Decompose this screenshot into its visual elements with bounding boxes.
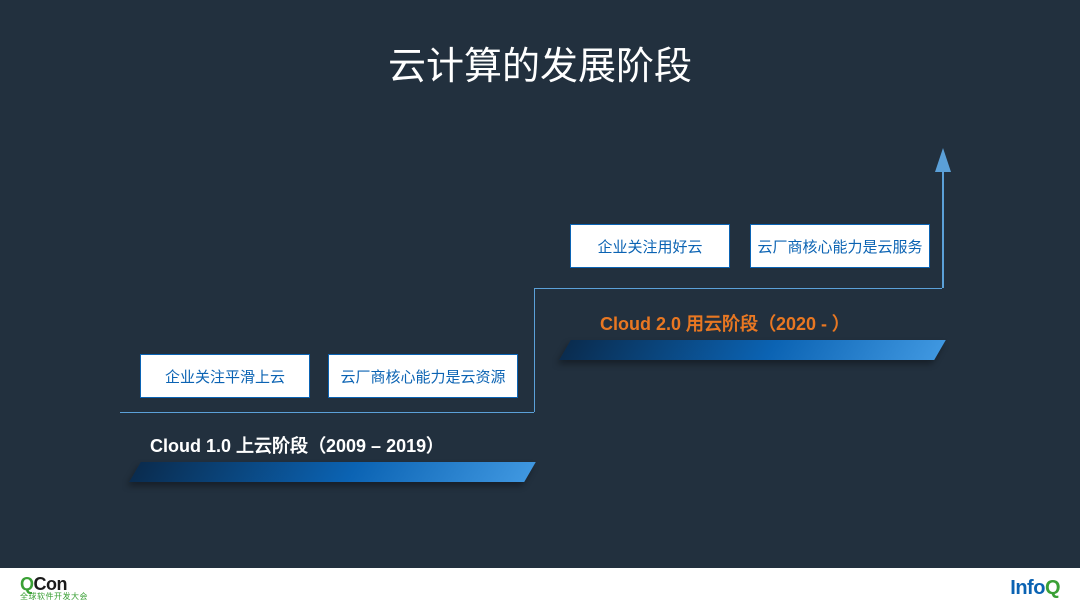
stage2-box-enterprise: 企业关注用好云 (570, 224, 730, 268)
footer-bar: QCon 全球软件开发大会 InfoQ (0, 568, 1080, 608)
qcon-con: Con (34, 574, 68, 594)
axis-arrow-shaft (942, 170, 944, 288)
infoq-logo: InfoQ (1010, 577, 1060, 600)
slide-title: 云计算的发展阶段 (0, 35, 1080, 90)
arrow-up-icon (935, 148, 951, 172)
infoq-q: Q (1045, 577, 1060, 599)
stage1-label: Cloud 1.0 上云阶段（2009 – 2019） (150, 432, 444, 458)
qcon-subtitle: 全球软件开发大会 (20, 593, 88, 601)
stage1-box-enterprise: 企业关注平滑上云 (140, 354, 310, 398)
axis-riser (534, 288, 535, 412)
stage2-box-vendor: 云厂商核心能力是云服务 (750, 224, 930, 268)
qcon-logo: QCon 全球软件开发大会 (20, 575, 88, 601)
stage1-box-vendor: 云厂商核心能力是云资源 (328, 354, 518, 398)
infoq-info: Info (1010, 577, 1045, 599)
stage2-label: Cloud 2.0 用云阶段（2020 - ） (600, 310, 850, 336)
axis-segment-2 (534, 288, 942, 289)
axis-segment-1 (120, 412, 534, 413)
stage2-platform (559, 340, 946, 360)
stage1-platform (129, 462, 536, 482)
qcon-q: Q (20, 574, 34, 594)
